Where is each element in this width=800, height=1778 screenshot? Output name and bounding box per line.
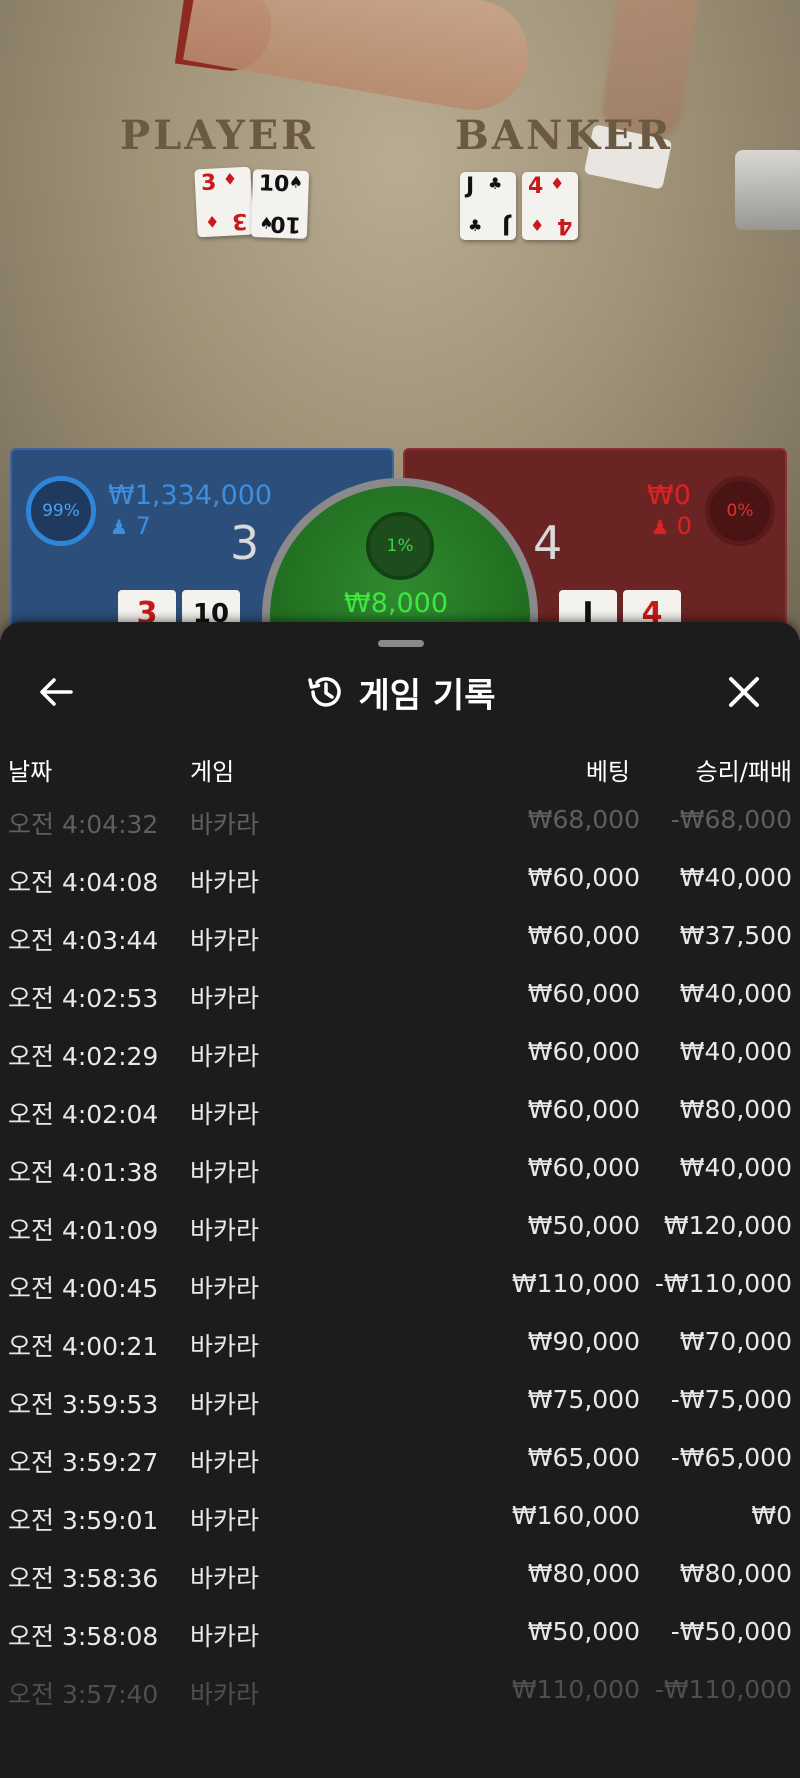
banker-bettor-count: ♟ 0	[651, 512, 692, 540]
table-row[interactable]: 오전 3:57:40 바카라 ₩110,000 -₩110,000	[0, 1658, 800, 1716]
card-shoe	[735, 150, 800, 230]
table-row[interactable]: 오전 3:59:53 바카라 ₩75,000 -₩75,000	[0, 1368, 800, 1426]
table-row[interactable]: 오전 3:59:27 바카라 ₩65,000 -₩65,000	[0, 1426, 800, 1484]
person-icon: ♟	[651, 515, 669, 539]
banker-bet-amount: ₩0	[647, 480, 691, 511]
player-count-value: 7	[135, 512, 151, 540]
column-header-bet: 베팅	[585, 758, 630, 786]
column-header-date: 날짜	[8, 758, 53, 786]
table-row[interactable]: 오전 4:02:29 바카라 ₩60,000 ₩40,000	[0, 1020, 800, 1078]
person-icon: ♟	[110, 515, 128, 539]
table-row[interactable]: 오전 4:01:09 바카라 ₩50,000 ₩120,000	[0, 1194, 800, 1252]
player-score: 3	[230, 516, 260, 570]
banker-card-1: J ♣ ♣ J	[460, 172, 516, 240]
history-icon	[307, 677, 341, 707]
player-table-label: PLAYER	[120, 112, 318, 159]
table-row[interactable]: 오전 4:02:53 바카라 ₩60,000 ₩40,000	[0, 962, 800, 1020]
table-row[interactable]: 오전 4:00:45 바카라 ₩110,000 -₩110,000	[0, 1252, 800, 1310]
dealer-arm	[183, 0, 537, 119]
banker-card-2: 4 ♦ ♦ 4	[522, 172, 578, 240]
table-row[interactable]: 오전 4:03:44 바카라 ₩60,000 ₩37,500	[0, 904, 800, 962]
table-row[interactable]: 오전 3:58:08 바카라 ₩50,000 -₩50,000	[0, 1600, 800, 1658]
sheet-header: 게임 기록	[0, 670, 800, 716]
table-row[interactable]: 오전 4:04:08 바카라 ₩60,000 ₩40,000	[0, 846, 800, 904]
table-row[interactable]: 오전 4:04:32 바카라 ₩68,000 -₩68,000	[0, 788, 800, 846]
player-percent-ring: 99%	[26, 476, 96, 546]
banker-score: 4	[533, 516, 563, 570]
column-header-result: 승리/패배	[695, 758, 792, 786]
tie-percent-ring: 1%	[366, 512, 434, 580]
player-bet-amount: ₩1,334,000	[108, 480, 273, 511]
banker-table-label: BANKER	[455, 112, 673, 159]
table-row[interactable]: 오전 4:02:04 바카라 ₩60,000 ₩80,000	[0, 1078, 800, 1136]
sheet-drag-handle[interactable]	[378, 640, 424, 647]
table-row[interactable]: 오전 3:59:01 바카라 ₩160,000 ₩0	[0, 1484, 800, 1542]
close-icon	[729, 677, 759, 707]
column-header-game: 게임	[190, 758, 235, 786]
table-row[interactable]: 오전 4:01:38 바카라 ₩60,000 ₩40,000	[0, 1136, 800, 1194]
banker-count-value: 0	[676, 512, 692, 540]
sheet-title: 게임 기록	[358, 675, 496, 716]
game-history-sheet: 게임 기록 날짜 게임 베팅 승리/패배 오전 4:04:32 바카라 ₩68,00…	[0, 622, 800, 1778]
player-card-1: 3 ♦ ♦ 3	[194, 166, 254, 238]
table-row[interactable]: 오전 3:58:36 바카라 ₩80,000 ₩80,000	[0, 1542, 800, 1600]
player-card-2: 10 ♠ ♠ 10	[250, 169, 310, 239]
tie-bet-amount: ₩8,000	[344, 588, 448, 619]
player-bettor-count: ♟ 7	[110, 512, 151, 540]
history-table: 오전 4:04:32 바카라 ₩68,000 -₩68,000 오전 4:04:08 바…	[0, 788, 800, 1716]
close-button[interactable]	[722, 670, 766, 714]
table-row[interactable]: 오전 4:00:21 바카라 ₩90,000 ₩70,000	[0, 1310, 800, 1368]
banker-percent-ring: 0%	[705, 476, 775, 546]
